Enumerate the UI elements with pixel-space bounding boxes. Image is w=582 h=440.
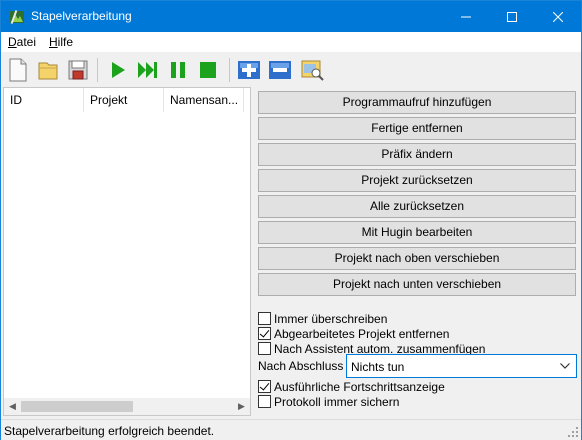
remove-done-checkbox-label: Abgearbeitetes Projekt entfernen [274, 326, 450, 341]
save-icon[interactable] [65, 57, 91, 83]
overwrite-checkbox-box[interactable] [258, 312, 271, 325]
add-program-call-button[interactable]: Programmaufruf hinzufügen [258, 91, 576, 114]
move-project-down-button[interactable]: Projekt nach unten verschieben [258, 273, 576, 296]
scroll-left-icon[interactable]: ◀ [4, 398, 21, 415]
open-folder-icon[interactable] [35, 57, 61, 83]
play-icon[interactable] [105, 57, 131, 83]
batch-processor-window: Stapelverarbeitung Datei Hilfe ID Projek… [0, 0, 582, 440]
hugin-app-icon [9, 9, 25, 25]
after-finish-value: Nichts tun [351, 360, 405, 374]
reset-all-button[interactable]: Alle zurücksetzen [258, 195, 576, 218]
status-text: Stapelverarbeitung erfolgreich beendet. [4, 424, 215, 438]
edit-project-icon[interactable] [299, 57, 325, 83]
toolbar-separator [229, 58, 230, 82]
after-finish-dropdown[interactable]: Nichts tun [346, 354, 577, 378]
save-log-checkbox[interactable]: Protokoll immer sichern [258, 394, 399, 409]
remove-finished-button[interactable]: Fertige entfernen [258, 117, 576, 140]
menu-datei-accel: D [8, 35, 17, 49]
overwrite-checkbox-label: Immer überschreiben [274, 311, 388, 326]
verbose-progress-checkbox-label: Ausführliche Fortschrittsanzeige [274, 379, 445, 394]
change-prefix-button[interactable]: Präfix ändern [258, 143, 576, 166]
window-title: Stapelverarbeitung [31, 9, 132, 23]
remove-done-checkbox-box[interactable] [258, 327, 271, 340]
project-list[interactable]: ID Projekt Namensan... ◀ ▶ [3, 87, 251, 416]
remove-done-checkbox[interactable]: Abgearbeitetes Projekt entfernen [258, 326, 449, 341]
resize-grip-icon[interactable] [567, 426, 579, 438]
maximize-button[interactable] [489, 1, 535, 32]
column-header-naming[interactable]: Namensan... [164, 88, 244, 112]
stop-icon[interactable] [195, 57, 221, 83]
verbose-progress-checkbox[interactable]: Ausführliche Fortschrittsanzeige [258, 379, 445, 394]
scrollbar-thumb[interactable] [21, 401, 133, 412]
scroll-right-icon[interactable]: ▶ [233, 398, 250, 415]
remove-icon[interactable] [267, 57, 293, 83]
edit-with-hugin-button[interactable]: Mit Hugin bearbeiten [258, 221, 576, 244]
column-header-id[interactable]: ID [4, 88, 84, 112]
close-button[interactable] [535, 1, 581, 32]
pause-icon[interactable] [165, 57, 191, 83]
menu-hilfe-label: ilfe [57, 35, 74, 49]
save-log-checkbox-box[interactable] [258, 395, 271, 408]
column-header-project[interactable]: Projekt [84, 88, 164, 112]
menu-hilfe-accel: H [49, 35, 58, 49]
skip-icon[interactable] [135, 57, 161, 83]
save-log-checkbox-label: Protokoll immer sichern [274, 394, 400, 409]
menu-hilfe[interactable]: Hilfe [49, 35, 73, 49]
reset-project-button[interactable]: Projekt zurücksetzen [258, 169, 576, 192]
menu-bar: Datei Hilfe [1, 32, 581, 52]
overwrite-checkbox[interactable]: Immer überschreiben [258, 311, 387, 326]
menu-datei[interactable]: Datei [8, 35, 36, 49]
chevron-down-icon [558, 359, 572, 373]
move-project-up-button[interactable]: Projekt nach oben verschieben [258, 247, 576, 270]
auto-stitch-checkbox-box[interactable] [258, 342, 271, 355]
new-file-icon[interactable] [5, 57, 31, 83]
status-bar: Stapelverarbeitung erfolgreich beendet. [1, 419, 581, 440]
toolbar-separator [97, 58, 98, 82]
list-header: ID Projekt Namensan... [4, 88, 250, 112]
menu-datei-label: atei [16, 35, 37, 49]
verbose-progress-checkbox-box[interactable] [258, 380, 271, 393]
add-icon[interactable] [236, 57, 262, 83]
title-bar[interactable]: Stapelverarbeitung [1, 1, 581, 32]
toolbar [1, 53, 581, 87]
after-finish-label: Nach Abschluss [258, 359, 344, 373]
minimize-button[interactable] [443, 1, 489, 32]
horizontal-scrollbar[interactable]: ◀ ▶ [4, 398, 250, 415]
